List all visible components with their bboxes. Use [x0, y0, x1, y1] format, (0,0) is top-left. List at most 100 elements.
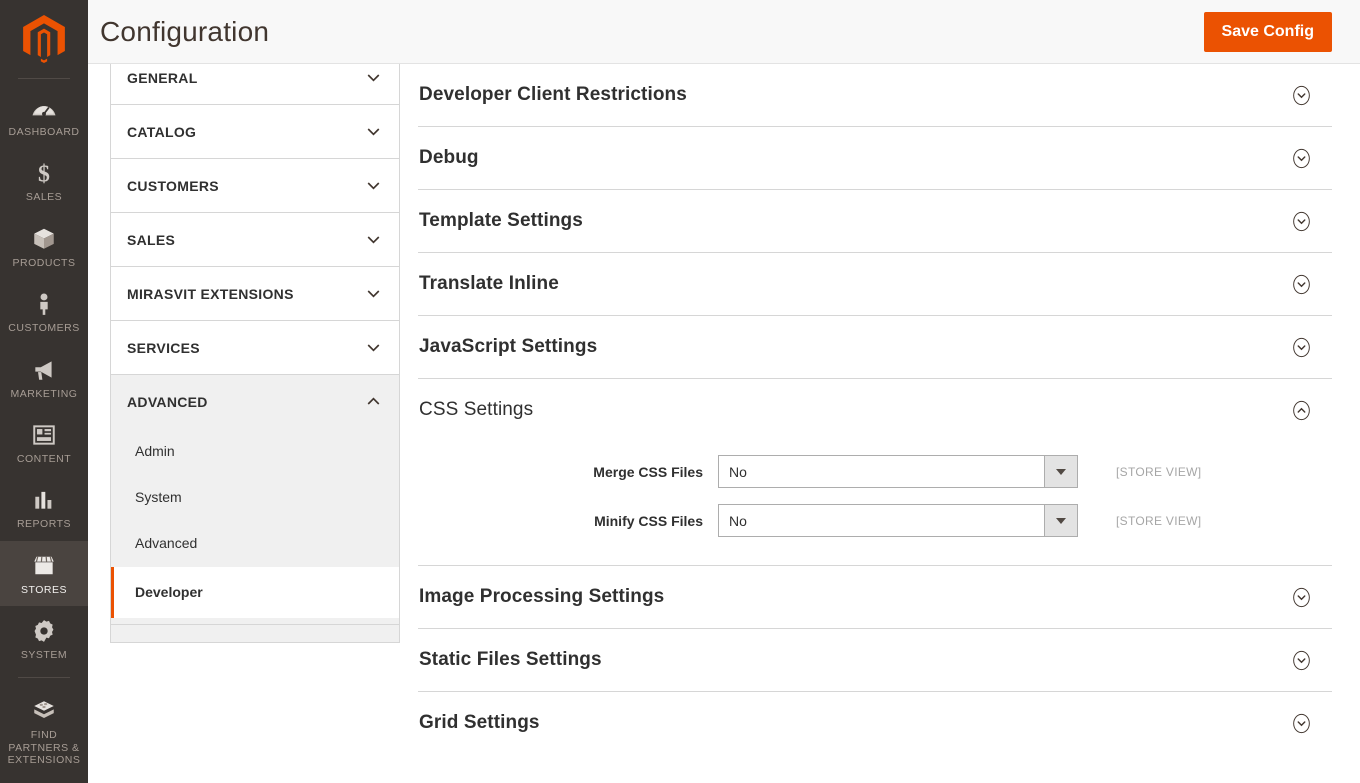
- chevron-up-icon: [367, 397, 380, 405]
- config-subitem-system[interactable]: System: [111, 474, 399, 520]
- page-title: Configuration: [100, 15, 270, 47]
- layout-panel-icon: [33, 425, 55, 445]
- settings-section-css-settings: CSS Settings Merge CSS Files No [STORE V…: [418, 379, 1332, 566]
- circle-chevron-down-icon: [1293, 713, 1310, 733]
- config-section-customers-header[interactable]: Customers: [111, 159, 399, 212]
- settings-section-grid-settings: Grid Settings: [418, 692, 1332, 754]
- section-title: Grid Settings: [419, 712, 540, 733]
- sidebar-item-reports[interactable]: Reports: [0, 475, 88, 540]
- section-header[interactable]: Translate Inline: [418, 253, 1332, 315]
- circle-chevron-down-icon: [1293, 211, 1310, 231]
- settings-sections: Developer Client Restrictions Debug Temp…: [418, 64, 1332, 754]
- minify-css-files-select[interactable]: No: [718, 504, 1078, 537]
- select-value[interactable]: No: [718, 504, 1044, 537]
- settings-column: Developer Client Restrictions Debug Temp…: [400, 64, 1360, 783]
- sidebar-item-marketing[interactable]: Marketing: [0, 345, 88, 410]
- config-section-mirasvit-extensions-header[interactable]: Mirasvit Extensions: [111, 267, 399, 320]
- select-caret-icon[interactable]: [1044, 455, 1078, 488]
- sidebar-item-label: Customers: [8, 322, 80, 335]
- settings-section-debug: Debug: [418, 127, 1332, 190]
- field-label: Minify CSS Files: [594, 512, 703, 529]
- chevron-down-icon: [367, 74, 380, 82]
- sidebar-item-stores[interactable]: Stores: [0, 540, 88, 606]
- chevron-down-icon: [367, 344, 380, 352]
- config-section-services: Services: [110, 321, 400, 375]
- sidebar-item-customers[interactable]: Customers: [0, 279, 88, 344]
- magento-logo[interactable]: [0, 0, 88, 78]
- config-nav: General Catalog: [110, 50, 400, 643]
- sidebar-item-system[interactable]: System: [0, 606, 88, 671]
- admin-sidebar: Dashboard $ Sales Products Customers: [0, 0, 88, 783]
- section-header[interactable]: CSS Settings: [418, 379, 1332, 441]
- circle-chevron-down-icon: [1293, 650, 1310, 670]
- section-title: JavaScript Settings: [419, 336, 598, 357]
- save-config-button[interactable]: Save Config: [1203, 11, 1332, 52]
- sidebar-item-label: Marketing: [10, 387, 78, 400]
- circle-chevron-down-icon: [1293, 85, 1310, 105]
- page-header: Configuration Save Config: [88, 0, 1360, 64]
- config-subitem-admin[interactable]: Admin: [111, 428, 399, 474]
- megaphone-icon: [35, 360, 52, 380]
- section-header[interactable]: Debug: [418, 127, 1332, 189]
- section-title: Debug: [419, 147, 479, 168]
- config-section-catalog: Catalog: [110, 105, 400, 159]
- sidebar-item-label: Stores: [21, 583, 67, 596]
- section-title: Image Processing Settings: [419, 586, 665, 607]
- config-section-services-header[interactable]: Services: [111, 321, 399, 374]
- config-section-label: Advanced: [127, 393, 208, 410]
- circle-chevron-down-icon: [1293, 274, 1310, 294]
- sidebar-item-label: Content: [16, 452, 72, 465]
- section-title: Translate Inline: [419, 273, 559, 294]
- merge-css-files-select[interactable]: No: [718, 455, 1078, 488]
- config-section-label: Sales: [127, 231, 176, 248]
- config-subitems: Admin System Advanced Developer: [111, 428, 399, 624]
- chevron-down-icon: [367, 236, 380, 244]
- sidebar-item-content[interactable]: Content: [0, 410, 88, 475]
- extension-box-icon: [34, 701, 54, 719]
- settings-section-translate-inline: Translate Inline: [418, 253, 1332, 316]
- config-nav-footer: [110, 624, 400, 643]
- dollar-sign-icon: $: [38, 162, 50, 186]
- scope-badge: [STORE VIEW]: [1116, 513, 1202, 528]
- section-header[interactable]: Developer Client Restrictions: [418, 64, 1332, 126]
- sidebar-item-label: Products: [12, 256, 76, 269]
- config-section-advanced: Advanced Admin System Advanced Developer: [110, 375, 400, 625]
- section-header[interactable]: Grid Settings: [418, 692, 1332, 754]
- config-section-customers: Customers: [110, 159, 400, 213]
- sidebar-item-label: Sales: [25, 191, 63, 204]
- settings-section-image-processing-settings: Image Processing Settings: [418, 566, 1332, 629]
- config-section-sales-header[interactable]: Sales: [111, 213, 399, 266]
- section-title: Template Settings: [419, 210, 583, 231]
- sidebar-item-products[interactable]: Products: [0, 214, 88, 279]
- person-icon: [40, 293, 48, 315]
- admin-page: Dashboard $ Sales Products Customers: [0, 0, 1360, 783]
- settings-section-static-files-settings: Static Files Settings: [418, 629, 1332, 692]
- sidebar-item-dashboard[interactable]: Dashboard: [0, 83, 88, 148]
- scope-badge: [STORE VIEW]: [1116, 464, 1202, 479]
- select-value[interactable]: No: [718, 455, 1044, 488]
- section-header[interactable]: Image Processing Settings: [418, 566, 1332, 628]
- section-header[interactable]: Static Files Settings: [418, 629, 1332, 691]
- settings-section-javascript-settings: JavaScript Settings: [418, 316, 1332, 379]
- settings-section-developer-client-restrictions: Developer Client Restrictions: [418, 64, 1332, 127]
- field-merge-css-files: Merge CSS Files No [STORE VIEW]: [418, 455, 1332, 488]
- config-subitem-advanced[interactable]: Advanced: [111, 520, 399, 566]
- config-section-label: Services: [127, 339, 200, 356]
- config-section-advanced-header[interactable]: Advanced: [111, 375, 399, 428]
- sidebar-item-find-partners-extensions[interactable]: Find Partners & Extensions: [0, 686, 88, 776]
- circle-chevron-down-icon: [1293, 337, 1310, 357]
- page-body: Configuration Save Config General: [88, 0, 1360, 783]
- magento-logo-icon: [23, 15, 65, 63]
- section-header[interactable]: Template Settings: [418, 190, 1332, 252]
- sidebar-item-sales[interactable]: $ Sales: [0, 148, 88, 213]
- config-section-mirasvit-extensions: Mirasvit Extensions: [110, 267, 400, 321]
- sidebar-item-label: Find Partners & Extensions: [7, 729, 81, 767]
- config-nav-column: General Catalog: [88, 50, 400, 783]
- circle-chevron-down-icon: [1293, 587, 1310, 607]
- config-section-label: General: [127, 69, 198, 86]
- config-subitem-developer[interactable]: Developer: [111, 566, 399, 618]
- config-section-catalog-header[interactable]: Catalog: [111, 105, 399, 158]
- chevron-down-icon: [367, 128, 380, 136]
- select-caret-icon[interactable]: [1044, 504, 1078, 537]
- section-header[interactable]: JavaScript Settings: [418, 316, 1332, 378]
